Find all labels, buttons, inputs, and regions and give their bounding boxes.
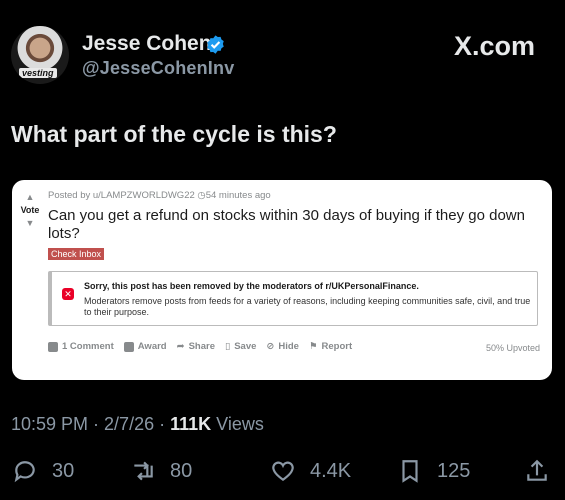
author-avatar[interactable]: vesting [11, 26, 69, 84]
upvoted-ratio: 50% Upvoted [485, 343, 540, 353]
comment-button[interactable]: 1 Comment [48, 341, 114, 352]
bookmark-count: 125 [437, 459, 471, 482]
views-label: Views [216, 414, 264, 434]
reply-icon [14, 461, 35, 483]
avatar-badge: vesting [19, 68, 57, 78]
share-icon [527, 459, 547, 481]
brand-logo: X.com [453, 31, 535, 61]
reply-button[interactable]: 30 [12, 458, 74, 484]
vote-column: ▲ Vote ▼ [20, 192, 40, 228]
tweet-timestamp: 10:59 PM · 2/7/26 · 111K Views [11, 414, 264, 434]
posted-by[interactable]: Posted by u/LAMPZWORLDWG22 [48, 190, 195, 201]
hide-icon: ⊘ [266, 341, 275, 352]
award-icon [123, 341, 134, 352]
post-actions: 1 Comment Award ➦ Share ▯ Save ⊘ Hide ⚑ Repo… [48, 341, 352, 352]
like-button[interactable]: 4.4K [270, 458, 351, 484]
notice-body: Moderators remove posts from feeds for a… [84, 296, 531, 317]
comment-icon [48, 341, 58, 352]
repost-button[interactable]: 80 [130, 458, 192, 484]
author-handle[interactable]: @JesseCohenInv [82, 58, 234, 79]
award-button[interactable]: Award [123, 341, 167, 352]
time-ago: 54 minutes ago [205, 190, 271, 201]
repost-count: 80 [170, 459, 193, 482]
post-title[interactable]: Can you get a refund on stocks within 30… [48, 207, 528, 243]
save-button[interactable]: ▯ Save [225, 341, 256, 352]
share-tweet-button[interactable] [524, 458, 550, 484]
tweet-text: What part of the cycle is this? [11, 121, 337, 147]
notice-title: Sorry, this post has been removed by the… [84, 281, 419, 291]
share-button[interactable]: ➦ Share [177, 341, 215, 352]
share-icon: ➦ [176, 341, 185, 352]
author-name[interactable]: Jesse Cohen [82, 32, 212, 56]
removed-icon: ✕ [62, 288, 74, 300]
embedded-reddit-post[interactable]: ▲ Vote ▼ Posted by u/LAMPZWORLDWG22 ◷54 … [12, 180, 552, 380]
tweet-time[interactable]: 10:59 PM [11, 414, 88, 434]
upvote-icon[interactable]: ▲ [26, 192, 35, 202]
reply-count: 30 [52, 459, 75, 482]
hide-button[interactable]: ⊘ Hide [266, 341, 299, 352]
tweet-date[interactable]: 2/7/26 [104, 414, 154, 434]
like-count: 4.4K [310, 459, 352, 482]
report-button[interactable]: ⚑ Report [309, 341, 352, 352]
save-icon: ▯ [224, 341, 231, 352]
repost-icon [134, 461, 153, 481]
downvote-icon[interactable]: ▼ [26, 218, 35, 228]
bookmark-icon [402, 460, 418, 483]
vote-label: Vote [20, 205, 40, 215]
post-flair: Check Inbox [48, 248, 105, 260]
views-count: 111K [170, 414, 212, 434]
bookmark-button[interactable]: 125 [397, 458, 470, 484]
clock-icon: ◷ [197, 190, 206, 201]
verified-icon [207, 35, 224, 54]
heart-icon [272, 461, 294, 481]
post-meta: Posted by u/LAMPZWORLDWG22 ◷54 minutes a… [48, 190, 271, 201]
report-icon: ⚑ [308, 341, 318, 352]
removed-notice: ✕ Sorry, this post has been removed by t… [48, 271, 538, 326]
